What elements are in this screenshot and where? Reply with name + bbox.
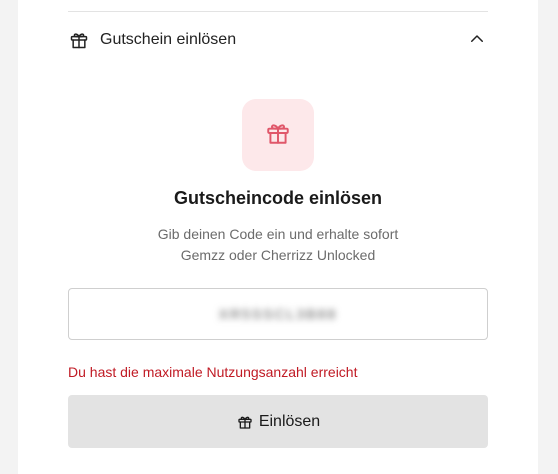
gift-tile bbox=[242, 99, 314, 171]
subtitle-line: Gib deinen Code ein und erhalte sofort bbox=[157, 226, 399, 242]
gift-icon bbox=[265, 120, 291, 151]
chevron-up-icon[interactable] bbox=[466, 28, 488, 50]
voucher-code-input[interactable]: XR5SSCL3B88 bbox=[68, 288, 488, 340]
page-title: Gutscheincode einlösen bbox=[173, 188, 383, 208]
redeem-card: Gutschein einlösen Gutscheincode einlöse… bbox=[18, 0, 538, 474]
voucher-section-header[interactable]: Gutschein einlösen bbox=[68, 26, 488, 54]
divider bbox=[68, 11, 488, 12]
subtitle: Gib deinen Code ein und erhalte sofort G… bbox=[18, 224, 538, 266]
voucher-code-value: XR5SSCL3B88 bbox=[218, 306, 338, 322]
gift-icon bbox=[68, 29, 90, 51]
error-message: Du hast die maximale Nutzungsanzahl erre… bbox=[68, 364, 358, 380]
redeem-button[interactable]: Einlösen bbox=[68, 395, 488, 448]
section-title: Gutschein einlösen bbox=[100, 31, 237, 48]
gift-icon bbox=[236, 413, 254, 431]
redeem-button-label: Einlösen bbox=[258, 412, 321, 430]
subtitle-line: Gemzz oder Cherrizz Unlocked bbox=[180, 247, 376, 263]
